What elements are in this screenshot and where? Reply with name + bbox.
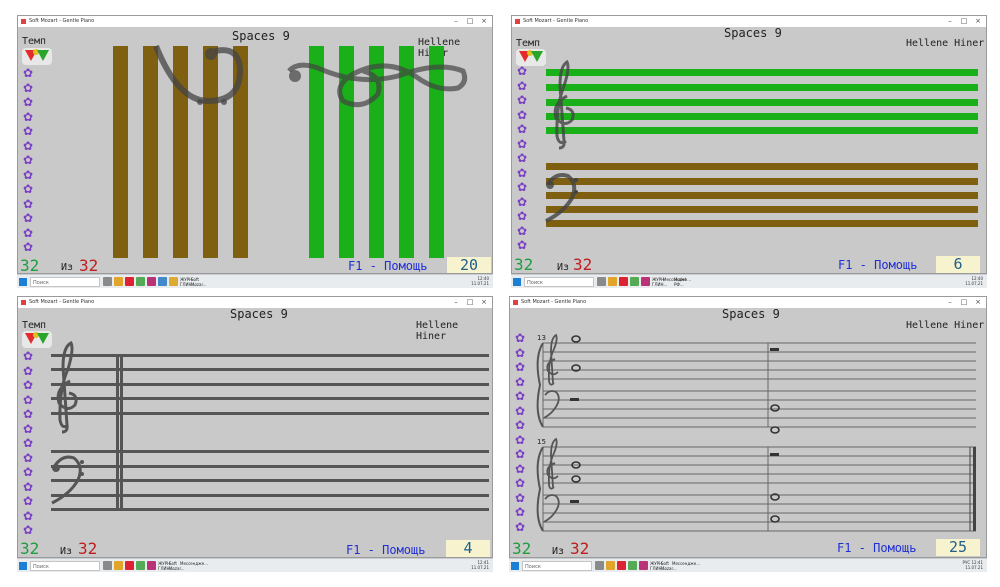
taskbar-2: Поиск ЖУРН. ГЛИН... Мессендже... Model Р… [511,274,987,288]
windows-start-icon[interactable] [511,562,519,570]
app-icon[interactable] [606,561,615,570]
score-counter: 6 [936,256,980,273]
taskbar-app-label[interactable]: ЖУРН. ГЛИН... [180,277,195,287]
app-icon[interactable] [147,277,156,286]
tray-date: 11.07.21 [965,281,983,286]
help-hint[interactable]: F1 - Помощь [837,541,916,555]
search-input[interactable]: Поиск [30,277,100,287]
help-hint[interactable]: F1 - Помощь [348,259,427,273]
help-hint[interactable]: F1 - Помощь [346,543,425,557]
music-staff-area [113,44,468,258]
system-tray: 12:41 11.07.21 [471,560,489,570]
total-count: 32 [79,256,99,274]
search-input[interactable]: Поиск [522,561,592,571]
current-count: 32 [512,539,532,558]
app-icon[interactable] [125,277,134,286]
bass-clef-icon [153,44,244,105]
of-label: Из [552,546,565,557]
app-icon[interactable] [617,561,626,570]
app-icon[interactable] [597,277,606,286]
windows-start-icon[interactable] [19,562,27,570]
app-icon[interactable] [125,561,134,570]
of-label: Из [60,546,73,557]
help-hint[interactable]: F1 - Помощь [838,258,917,272]
app-icon[interactable] [595,561,604,570]
system-tray: РУС 12:41 11.07.21 [963,560,983,570]
taskbar-app-label[interactable]: Мессендже... [180,561,208,570]
taskbar-1: Поиск ЖУРН. ГЛИН... Soft Mozar... 12:40 1… [17,274,493,288]
taskbar-app-icons: ЖУРН. ГЛИН... Soft Mozar... Мессендже... [103,561,208,571]
total-count: 32 [573,255,593,274]
system-tray: 12:40 11.07.21 [965,276,983,286]
system-tray: 12:40 11.07.21 [471,276,489,286]
taskbar-app-label[interactable]: ЖУРН. ГЛИН... [652,277,667,287]
taskbar-app-icons: ЖУРН. ГЛИН... Мессендже... Model РФ... [597,277,691,287]
taskbar-app-label[interactable]: Soft Mozar... [169,561,185,571]
tray-date: 11.07.21 [965,565,983,570]
current-count: 32 [514,255,534,274]
taskbar-app-label[interactable]: Soft Mozar... [191,277,207,287]
app-icon[interactable] [641,277,650,286]
app-window-1: Soft Mozart - Gentle Piano – □ × Spaces … [17,15,493,274]
total-count: 32 [78,539,98,558]
app-icon[interactable] [114,277,123,286]
app-icon[interactable] [136,277,145,286]
taskbar-app-icons: ЖУРН. ГЛИН... Soft Mozar... Мессендже... [595,561,700,571]
app-icon[interactable] [630,277,639,286]
taskbar-app-icons: ЖУРН. ГЛИН... Soft Mozar... [103,277,207,287]
music-score-area [536,333,976,532]
measure-number: 13 [537,334,546,342]
tray-date: 11.07.21 [471,281,489,286]
current-count: 32 [20,256,40,274]
music-staff-area [545,59,978,227]
app-icon[interactable] [103,561,112,570]
of-label: Из [557,262,570,273]
taskbar-4: Поиск ЖУРН. ГЛИН... Soft Mozar... Мессен… [509,558,987,572]
app-icon[interactable] [114,561,123,570]
score-counter: 20 [447,257,491,273]
taskbar-app-label[interactable]: Model РФ... [674,277,686,287]
rest [570,348,779,503]
score-counter: 25 [936,539,980,556]
windows-start-icon[interactable] [513,278,521,286]
app-icon[interactable] [136,561,145,570]
of-label: Из [61,262,74,273]
taskbar-app-label[interactable]: Мессендже... [672,561,700,570]
whole-note [571,335,780,523]
app-icon[interactable] [158,277,167,286]
app-window-4: Soft Mozart - Gentle Piano – □ × Spaces … [509,296,987,558]
music-staff-area [51,340,489,511]
total-count: 32 [570,539,590,558]
taskbar-app-label[interactable]: Мессендже... [663,277,691,286]
app-window-2: Soft Mozart - Gentle Piano – □ × Spaces … [511,15,987,274]
measure-number: 15 [537,438,546,446]
app-icon[interactable] [147,561,156,570]
app-window-3: Soft Mozart - Gentle Piano – □ × Spaces … [17,296,493,558]
app-icon[interactable] [619,277,628,286]
search-input[interactable]: Поиск [524,277,594,287]
app-icon[interactable] [169,277,178,286]
search-input[interactable]: Поиск [30,561,100,571]
windows-start-icon[interactable] [19,278,27,286]
score-counter: 4 [446,540,490,557]
taskbar-app-label[interactable]: ЖУРН. ГЛИН... [650,561,665,571]
app-icon[interactable] [639,561,648,570]
tray-date: 11.07.21 [471,565,489,570]
app-icon[interactable] [608,277,617,286]
taskbar-app-label[interactable]: Soft Mozar... [661,561,677,571]
app-icon[interactable] [628,561,637,570]
taskbar-3: Поиск ЖУРН. ГЛИН... Soft Mozar... Мессен… [17,558,493,572]
taskbar-app-label[interactable]: ЖУРН. ГЛИН... [158,561,173,571]
current-count: 32 [20,539,40,558]
app-icon[interactable] [103,277,112,286]
